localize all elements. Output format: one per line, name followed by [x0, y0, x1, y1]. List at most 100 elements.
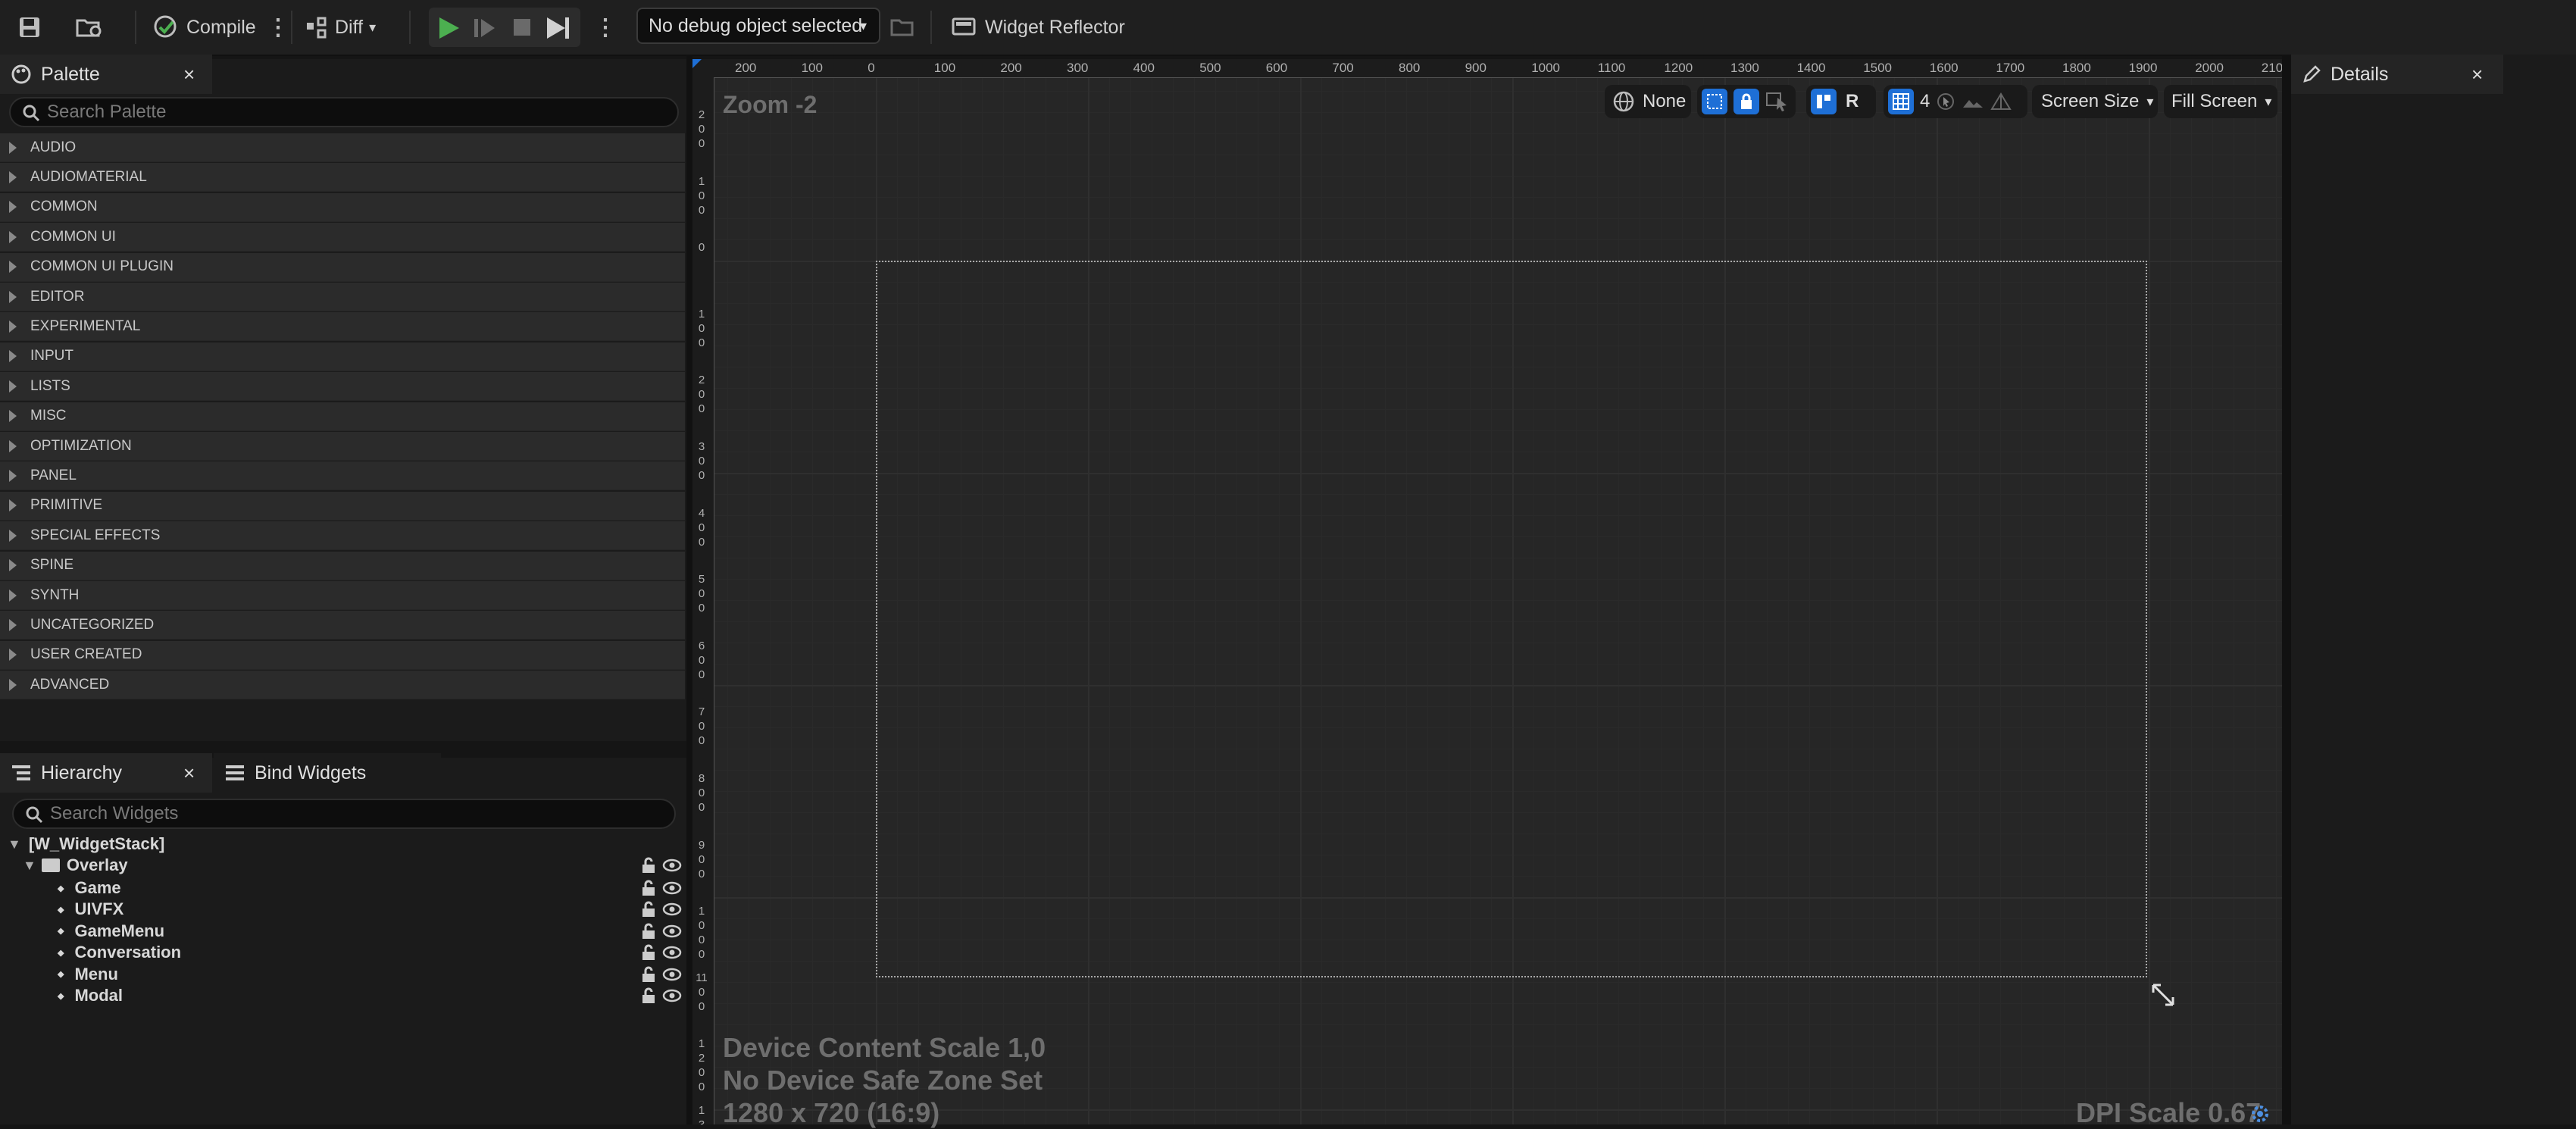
palette-category[interactable]: AUDIOMATERIAL — [0, 163, 685, 192]
palette-close-icon[interactable]: × — [183, 63, 195, 86]
palette-category[interactable]: USER CREATED — [0, 640, 685, 670]
eye-icon[interactable] — [662, 945, 682, 960]
details-close-icon[interactable]: × — [2471, 63, 2483, 86]
eye-icon[interactable] — [662, 967, 682, 982]
tab-hierarchy[interactable]: Hierarchy — [0, 753, 212, 793]
palette-category[interactable]: PRIMITIVE — [0, 491, 685, 521]
palette-category[interactable]: EXPERIMENTAL — [0, 312, 685, 342]
tree-item[interactable]: ◆ UIVFX — [58, 899, 682, 920]
screen-size-select[interactable]: Screen Size ▾ — [2032, 85, 2158, 118]
palette-category[interactable]: ADVANCED — [0, 671, 685, 700]
palette-category[interactable]: OPTIMIZATION — [0, 432, 685, 461]
layout-icon — [1817, 95, 1830, 108]
ruler-tick-label: 800 — [1399, 61, 1421, 75]
tab-palette[interactable]: Palette — [0, 55, 212, 94]
splitter[interactable] — [2282, 55, 2291, 1124]
hierarchy-search-input[interactable]: Search Widgets — [12, 799, 676, 829]
stop-icon[interactable] — [509, 14, 535, 40]
step-icon[interactable] — [544, 14, 573, 42]
palette-category[interactable]: INPUT — [0, 342, 685, 371]
r-label[interactable]: R — [1846, 91, 1859, 112]
palette-category-label: MISC — [30, 408, 67, 424]
ruler-tick-label: 1700 — [1996, 61, 2025, 75]
eye-icon[interactable] — [662, 880, 682, 896]
expand-arrow-icon — [9, 170, 17, 183]
lock-icon — [1741, 93, 1752, 109]
compile-options-button[interactable]: ⋮ — [267, 9, 289, 45]
tree-item[interactable]: ◆ Game — [58, 877, 682, 899]
lock-button[interactable] — [1733, 89, 1759, 114]
unlock-icon[interactable] — [641, 923, 656, 940]
debug-object-select[interactable]: No debug object selected ▾ — [636, 8, 880, 44]
cursor-icon[interactable] — [1765, 90, 1791, 113]
play-icon[interactable] — [435, 14, 462, 42]
palette-search-input[interactable]: Search Palette — [9, 97, 679, 127]
eye-icon[interactable] — [662, 902, 682, 917]
tree-item[interactable]: ◆ Conversation — [58, 942, 682, 963]
unlock-icon[interactable] — [641, 944, 656, 961]
tree-item[interactable]: ◆ Menu — [58, 964, 682, 985]
tree-overlay[interactable]: ▼ Overlay — [23, 855, 682, 876]
tab-bind-widgets[interactable]: Bind Widgets — [214, 753, 441, 793]
hierarchy-icon — [12, 765, 30, 780]
splitter[interactable] — [686, 55, 692, 1124]
widget-reflector-button[interactable]: Widget Reflector — [952, 9, 1125, 45]
grid-count[interactable]: 4 — [1920, 91, 1930, 112]
ruler-tick-label: 1000 — [698, 905, 705, 962]
tree-item[interactable]: ◆ GameMenu — [58, 921, 682, 942]
main-toolbar: Compile ⋮ Diff ▾ ⋮ No debug object selec… — [0, 0, 2576, 56]
grid-snap-button[interactable] — [1702, 89, 1727, 114]
debug-browse-button[interactable] — [889, 9, 915, 45]
unlock-icon[interactable] — [641, 857, 656, 874]
palette-category[interactable]: AUDIO — [0, 133, 685, 162]
ruler-tick-label: 300 — [698, 440, 705, 482]
layout-button[interactable] — [1811, 89, 1837, 114]
play-options-button[interactable]: ⋮ — [594, 9, 617, 45]
image-icon[interactable] — [1962, 92, 1984, 111]
resume-icon[interactable] — [471, 14, 499, 42]
world-selector[interactable]: None — [1605, 85, 1691, 118]
palette-category[interactable]: LISTS — [0, 372, 685, 402]
ruler-tick-label: 300 — [1067, 61, 1089, 75]
eye-icon[interactable] — [662, 858, 682, 873]
diff-button[interactable]: Diff ▾ — [305, 9, 376, 45]
compile-button[interactable]: Compile — [152, 9, 256, 45]
eye-icon[interactable] — [662, 924, 682, 939]
save-button[interactable] — [17, 9, 42, 45]
eye-icon[interactable] — [662, 988, 682, 1003]
ruler-tick-label: 100 — [933, 61, 956, 75]
gear-icon[interactable] — [2247, 1102, 2273, 1124]
designer-viewport[interactable] — [692, 59, 2282, 1124]
ruler-tick-label: 200 — [1000, 61, 1022, 75]
palette-category[interactable]: SPECIAL EFFECTS — [0, 521, 685, 551]
grid-button[interactable] — [1888, 89, 1914, 114]
palette-category-label: PRIMITIVE — [30, 497, 103, 514]
palette-category[interactable]: MISC — [0, 402, 685, 431]
palette-category[interactable]: COMMON — [0, 192, 685, 222]
browse-button[interactable] — [74, 9, 105, 45]
ruler-tick-label: 700 — [698, 705, 705, 748]
palette-category[interactable]: COMMON UI PLUGIN — [0, 252, 685, 282]
palette-category-label: COMMON UI — [30, 228, 116, 245]
pointer-icon[interactable] — [1936, 92, 1955, 111]
palette-category[interactable]: UNCATEGORIZED — [0, 611, 685, 640]
unlock-icon[interactable] — [641, 880, 656, 896]
palette-category[interactable]: COMMON UI — [0, 223, 685, 252]
palette-category[interactable]: PANEL — [0, 461, 685, 491]
tree-item[interactable]: ◆ Modal — [58, 985, 682, 1006]
palette-category[interactable]: SYNTH — [0, 581, 685, 610]
palette-category[interactable]: EDITOR — [0, 283, 685, 311]
ruler-tick-label: 1600 — [1929, 61, 1959, 75]
resize-handle-icon[interactable] — [2150, 982, 2176, 1008]
unlock-icon[interactable] — [641, 901, 656, 918]
tree-root[interactable]: ▼ [W_WidgetStack] — [8, 833, 682, 855]
widget-boundary[interactable] — [876, 261, 2147, 977]
hierarchy-close-icon[interactable]: × — [183, 762, 195, 785]
ruler-tick-label: 0 — [868, 61, 875, 75]
unlock-icon[interactable] — [641, 966, 656, 983]
fill-screen-select[interactable]: Fill Screen ▾ — [2164, 85, 2277, 118]
unlock-icon[interactable] — [641, 987, 656, 1004]
triangle-icon[interactable] — [1990, 92, 2012, 111]
palette-category[interactable]: SPINE — [0, 551, 685, 580]
tree-item-label: Conversation — [74, 943, 182, 962]
